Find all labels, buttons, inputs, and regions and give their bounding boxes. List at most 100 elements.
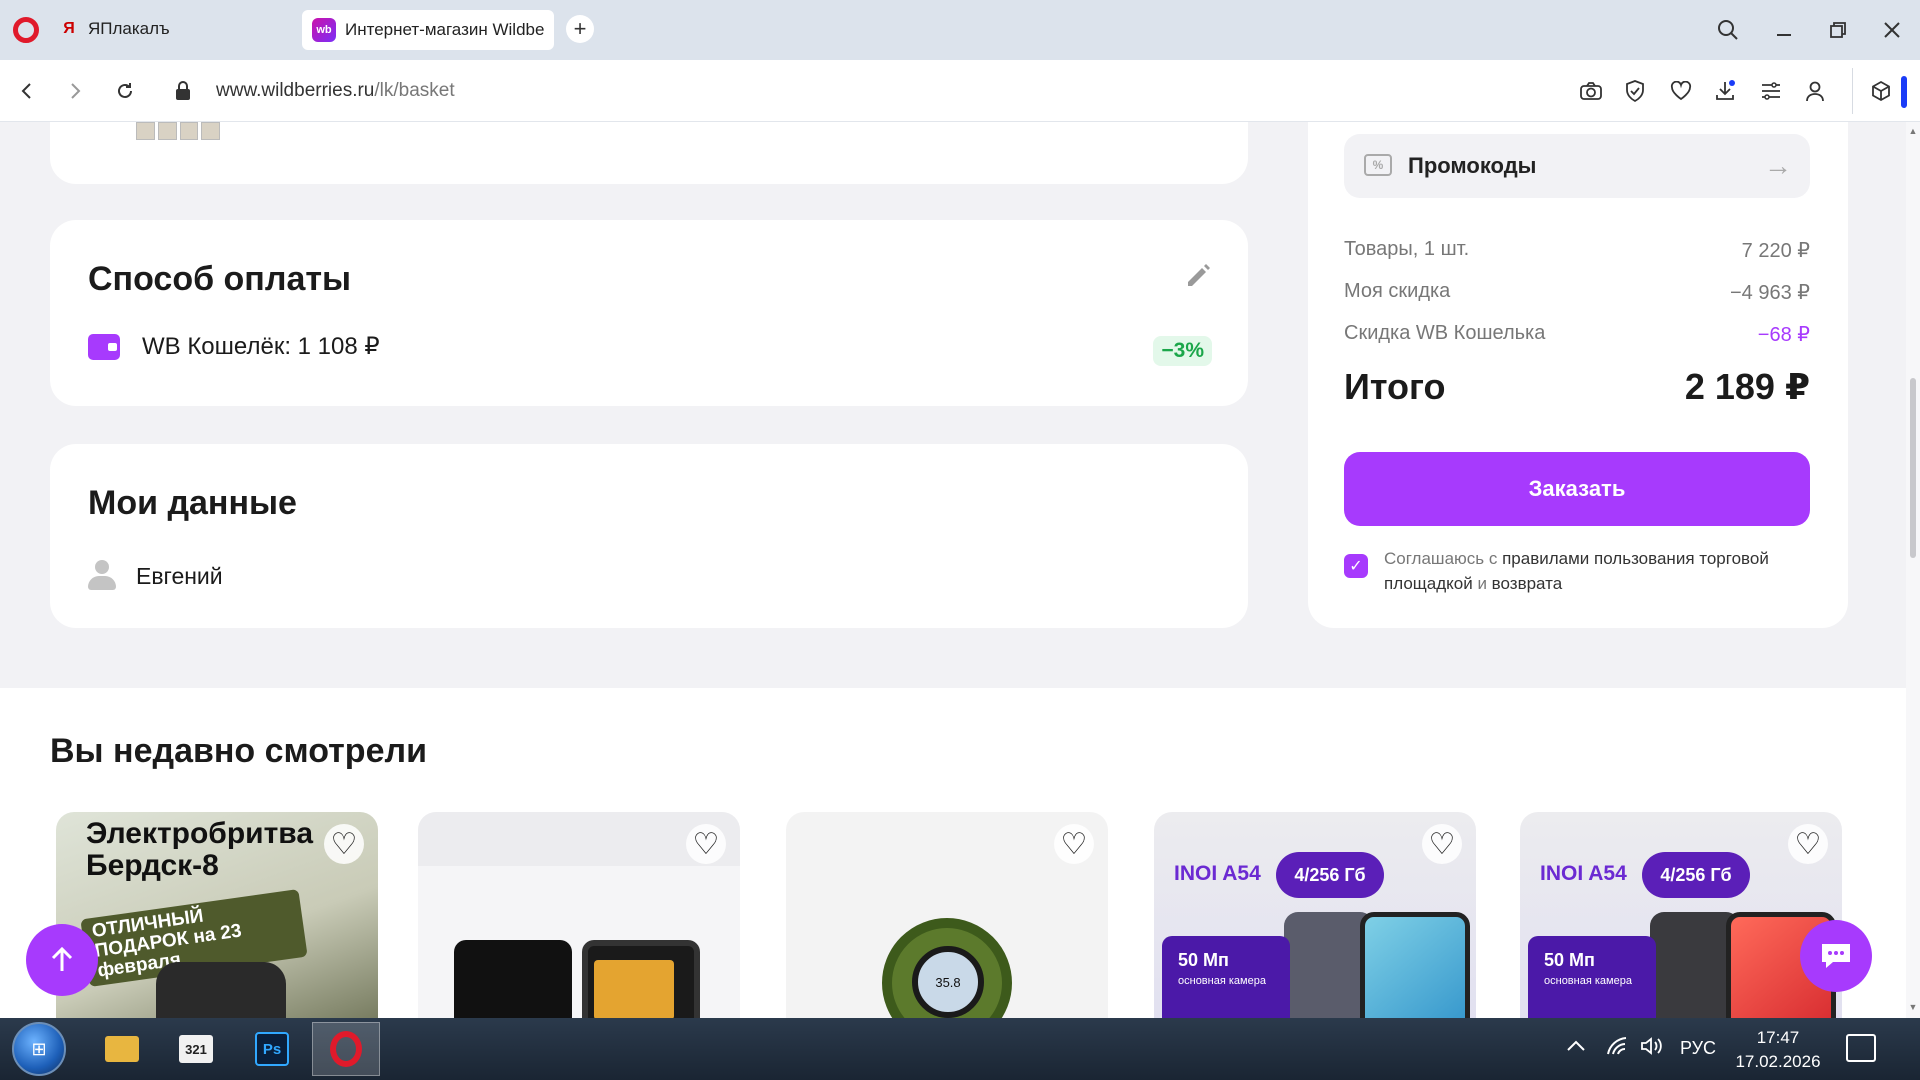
heart-icon: ♡ (692, 827, 720, 861)
wildberries-icon: wb (312, 18, 336, 42)
tray-clock[interactable]: 17:47 17.02.2026 (1728, 1026, 1828, 1074)
terms-and: и (1472, 574, 1492, 593)
taskbar-opera[interactable] (312, 1022, 380, 1076)
snapshot-button[interactable] (1576, 76, 1606, 106)
download-icon (1716, 80, 1735, 100)
basket-page: Способ оплаты WB Кошелёк: 1 108 ₽ −3% Мо… (0, 122, 1906, 1018)
close-window-button[interactable] (1876, 14, 1908, 46)
device-screen: 35.8 (912, 946, 984, 1018)
url-domain: www.wildberries.ru (216, 80, 375, 101)
tray-expand-button[interactable] (1566, 1036, 1586, 1057)
scrollbar-thumb[interactable] (1910, 378, 1916, 558)
tab-yaplakal[interactable]: Я ЯПлакалъ (50, 9, 290, 49)
product-card[interactable]: Электробритва Бердск-8 ОТЛИЧНЫЙ ПОДАРОК … (56, 812, 378, 1018)
chevron-right-icon (71, 83, 81, 99)
summary-label: Товары, 1 шт. (1344, 238, 1470, 260)
clock-time: 17:47 (1756, 1028, 1800, 1047)
cube-icon (1872, 80, 1890, 102)
taskbar-explorer[interactable] (88, 1022, 156, 1076)
tab-wildberries[interactable]: wb Интернет-магазин Wildberries (302, 10, 554, 50)
product-image (582, 940, 700, 1018)
start-button[interactable]: ⊞ (12, 1022, 66, 1076)
wifi-icon (1607, 1037, 1627, 1055)
url-field[interactable]: www.wildberries.ru/lk/basket (216, 80, 455, 102)
camera-callout: 50 Мп основная камера (1528, 936, 1656, 1018)
tab-label: ЯПлакалъ (88, 19, 170, 38)
arrow-up-icon (51, 946, 73, 971)
search-tabs-button[interactable] (1712, 14, 1744, 46)
camera-callout: 50 Мп основная камера (1162, 936, 1290, 1018)
heart-icon: ♡ (1794, 827, 1822, 861)
favorite-button[interactable]: ♡ (1054, 824, 1094, 864)
browser-tab-strip: Я ЯПлакалъ wb Интернет-магазин Wildberri… (0, 0, 1920, 60)
bookmarks-button[interactable] (1666, 76, 1696, 106)
restore-button[interactable] (1822, 14, 1854, 46)
page-scrollbar[interactable]: ▲ ▼ (1906, 122, 1920, 1018)
taskbar-photoshop[interactable]: Ps (238, 1022, 306, 1076)
favorite-button[interactable]: ♡ (686, 824, 726, 864)
summary-value: −4 963 ₽ (1729, 282, 1810, 304)
windows-logo-icon: ⊞ (31, 1038, 47, 1059)
camera-icon (1580, 82, 1602, 100)
total-label: Итого (1344, 366, 1446, 407)
extensions-button[interactable] (1866, 76, 1896, 106)
new-tab-button[interactable]: + (566, 15, 594, 43)
product-thumbnails[interactable] (136, 122, 220, 140)
tray-language[interactable]: РУС (1680, 1038, 1716, 1059)
scroll-to-top-button[interactable] (26, 924, 98, 996)
favorite-button[interactable]: ♡ (1788, 824, 1828, 864)
taskbar-media-player[interactable]: 321 (162, 1022, 230, 1076)
address-bar: www.wildberries.ru/lk/basket (0, 60, 1920, 122)
summary-label: Моя скидка (1344, 280, 1451, 302)
downloads-button[interactable] (1710, 76, 1740, 106)
site-security-button[interactable] (168, 76, 198, 106)
scroll-down-arrow-icon[interactable]: ▼ (1908, 1002, 1918, 1012)
chat-button[interactable] (1800, 920, 1872, 992)
camera-mp: 50 Мп (1544, 950, 1595, 970)
summary-value: −68 ₽ (1757, 324, 1810, 346)
product-card[interactable]: 35.8 ♡ (786, 812, 1108, 1018)
camera-caption: основная камера (1544, 975, 1632, 987)
minimize-button[interactable] (1768, 14, 1800, 46)
easy-setup-button[interactable] (1756, 76, 1786, 106)
product-brand: INOI A54 (1174, 862, 1261, 885)
opera-menu-icon[interactable] (13, 17, 39, 43)
close-icon (1884, 22, 1900, 38)
product-card[interactable]: INOI A54 4/256 Гб 50 Мп основная камера … (1520, 812, 1842, 1018)
order-button[interactable]: Заказать (1344, 452, 1810, 526)
back-button[interactable] (12, 76, 42, 106)
forward-button[interactable] (60, 76, 90, 106)
total-value: 2 189 ₽ (1684, 366, 1810, 407)
camera-caption: основная камера (1178, 975, 1266, 987)
favorite-button[interactable]: ♡ (324, 824, 364, 864)
product-image (1360, 912, 1470, 1018)
tray-volume[interactable] (1640, 1036, 1664, 1061)
notifications-icon[interactable] (1846, 1034, 1876, 1062)
wallet-icon (88, 333, 120, 360)
lock-icon (176, 81, 190, 100)
sidebar-toggle[interactable] (1901, 76, 1907, 108)
terms-link-returns[interactable]: возврата (1492, 574, 1563, 593)
restore-icon (1830, 22, 1846, 38)
chevron-up-icon (1567, 1040, 1585, 1051)
scroll-up-arrow-icon[interactable]: ▲ (1908, 126, 1918, 136)
user-icon (1806, 81, 1824, 102)
promocodes-button[interactable]: % Промокоды → (1344, 134, 1810, 198)
clock-date: 17.02.2026 (1735, 1052, 1821, 1071)
tray-network[interactable] (1606, 1036, 1628, 1061)
terms-checkbox[interactable]: ✓ (1344, 554, 1368, 578)
heart-icon (1670, 81, 1692, 101)
url-path: /lk/basket (374, 80, 455, 101)
product-card[interactable]: INOI A54 4/256 Гб 50 Мп основная камера … (1154, 812, 1476, 1018)
account-button[interactable] (1800, 76, 1830, 106)
edit-payment-button[interactable] (1184, 262, 1212, 297)
adblock-button[interactable] (1620, 76, 1650, 106)
payment-method-label: WB Кошелёк: 1 108 ₽ (142, 333, 380, 360)
favorite-button[interactable]: ♡ (1422, 824, 1462, 864)
product-image (454, 940, 572, 1018)
recipient-row[interactable]: Евгений (86, 560, 223, 592)
product-card[interactable]: ♡ (418, 812, 740, 1018)
reload-button[interactable] (110, 76, 140, 106)
payment-method-row: WB Кошелёк: 1 108 ₽ (88, 332, 380, 361)
payment-title: Способ оплаты (88, 260, 352, 298)
